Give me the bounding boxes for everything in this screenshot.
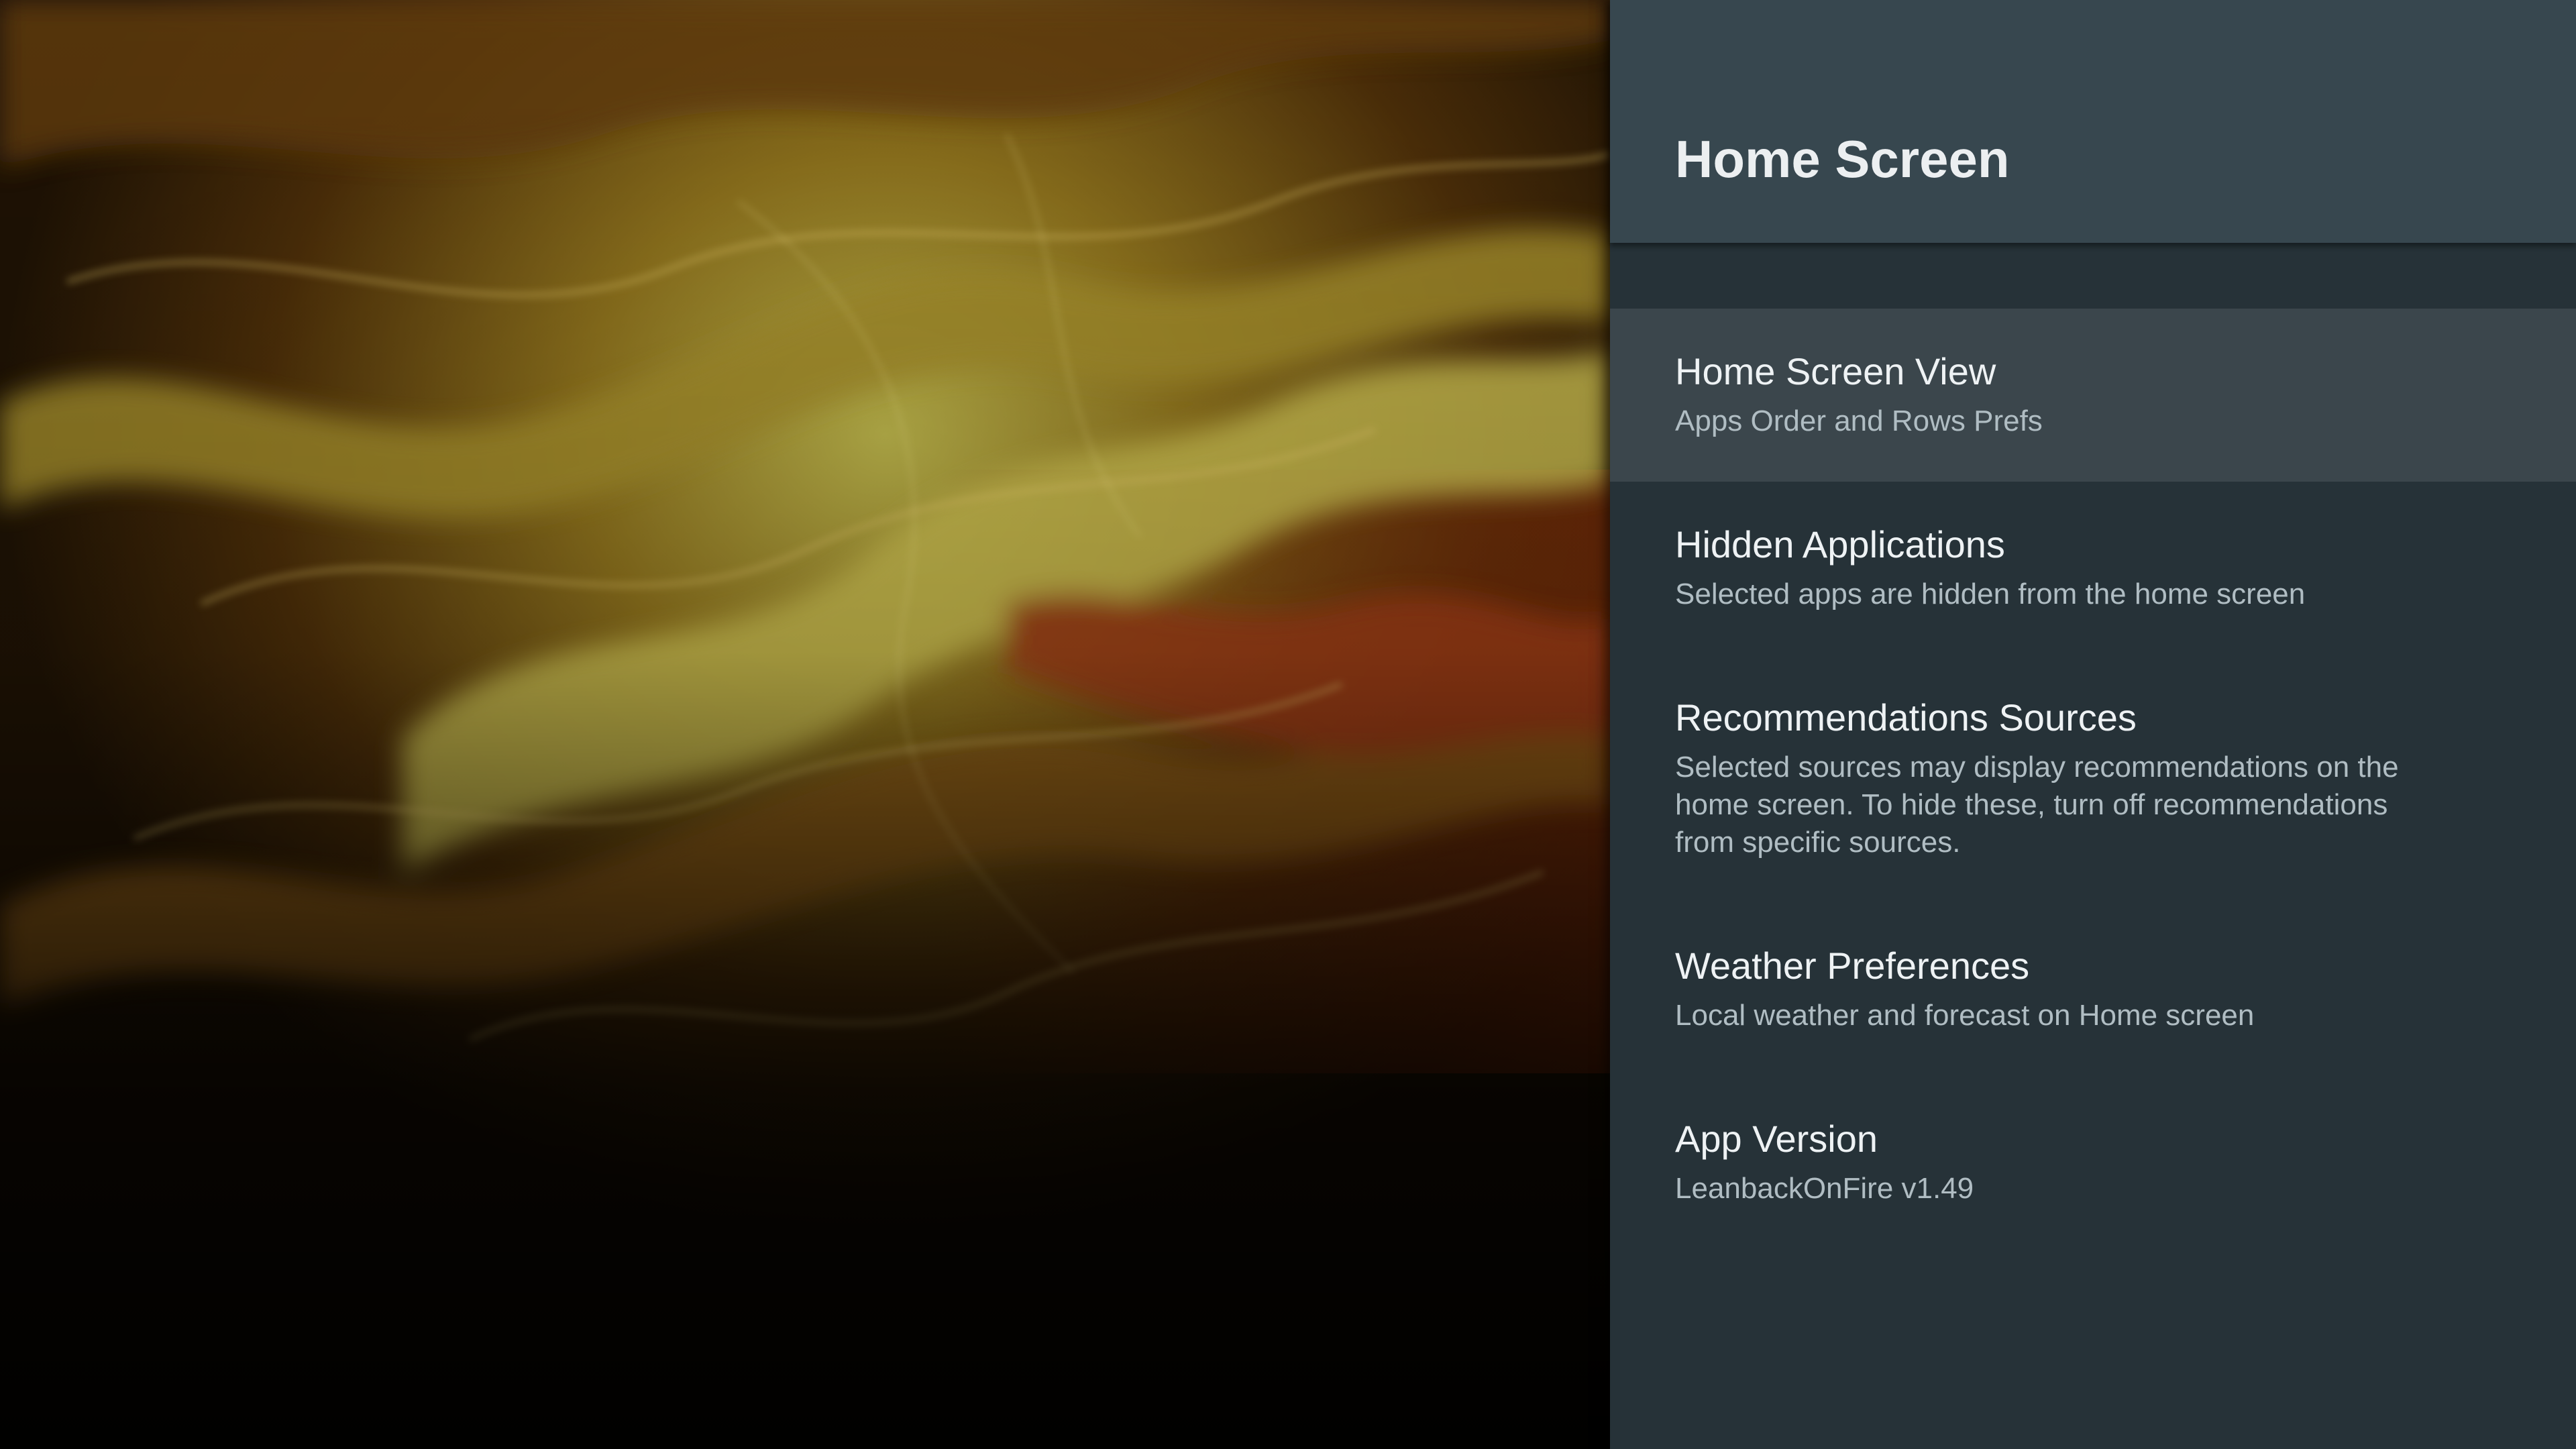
panel-header: Home Screen [1610, 0, 2576, 243]
menu-item-description: Apps Order and Rows Prefs [1675, 405, 2043, 437]
menu-item-recommendations-sources[interactable]: Recommendations Sources Selected sources… [1610, 655, 2576, 903]
menu-item-title: Recommendations Sources [1675, 696, 2137, 739]
panel-title: Home Screen [1675, 129, 2010, 189]
menu-item-title: Hidden Applications [1675, 523, 2005, 566]
settings-panel: Home Screen Home Screen View Apps Order … [1610, 0, 2576, 1449]
tv-screen: Home Screen Home Screen View Apps Order … [0, 0, 2576, 1449]
wallpaper-background [0, 0, 1610, 1449]
settings-menu: Home Screen View Apps Order and Rows Pre… [1610, 309, 2576, 1249]
menu-item-title: Home Screen View [1675, 350, 1996, 392]
menu-item-title: Weather Preferences [1675, 945, 2030, 987]
menu-item-hidden-applications[interactable]: Hidden Applications Selected apps are hi… [1610, 482, 2576, 655]
menu-item-app-version[interactable]: App Version LeanbackOnFire v1.49 [1610, 1076, 2576, 1249]
menu-item-title: App Version [1675, 1118, 1878, 1160]
menu-item-weather-preferences[interactable]: Weather Preferences Local weather and fo… [1610, 903, 2576, 1076]
wallpaper-image [0, 0, 1610, 1449]
menu-item-description: Local weather and forecast on Home scree… [1675, 999, 2255, 1032]
menu-item-description: Selected apps are hidden from the home s… [1675, 578, 2306, 610]
menu-item-home-screen-view[interactable]: Home Screen View Apps Order and Rows Pre… [1610, 309, 2576, 482]
menu-item-description: LeanbackOnFire v1.49 [1675, 1172, 1974, 1205]
menu-item-description: Selected sources may display recommendat… [1675, 751, 2399, 859]
